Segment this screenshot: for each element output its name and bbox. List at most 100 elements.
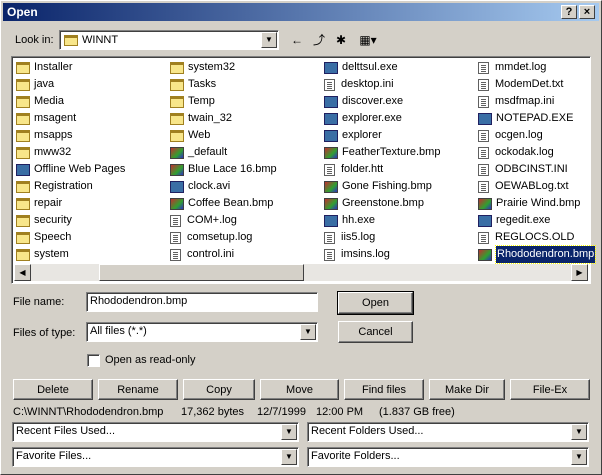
recent-files-select[interactable]: Recent Files Used... ▼ — [12, 422, 299, 442]
list-item[interactable]: Coffee Bean.bmp — [170, 195, 277, 212]
list-item[interactable]: java — [16, 76, 125, 93]
list-item[interactable]: delttsul.exe — [324, 59, 440, 76]
list-item[interactable]: system — [16, 246, 125, 263]
list-item[interactable]: Temp — [170, 93, 277, 110]
up-folder-icon[interactable]: ⤴ — [309, 32, 329, 48]
item-label: Speech — [34, 231, 72, 243]
chevron-down-icon[interactable]: ▼ — [281, 449, 297, 465]
chevron-down-icon[interactable]: ▼ — [261, 32, 277, 48]
favorite-folders-select[interactable]: Favorite Folders... ▼ — [307, 447, 589, 467]
status-date: 12/7/1999 — [257, 406, 306, 418]
list-item[interactable]: twain_32 — [170, 110, 277, 127]
list-item[interactable]: security — [16, 212, 125, 229]
view-menu-icon[interactable]: ▦▾ — [355, 32, 381, 48]
scroll-right-icon[interactable]: ▶ — [571, 264, 588, 281]
list-item[interactable]: regedit.exe — [478, 212, 595, 229]
item-label: java — [34, 78, 55, 90]
list-item[interactable]: Blue Lace 16.bmp — [170, 161, 277, 178]
item-label: Greenstone.bmp — [342, 197, 424, 209]
copy-button[interactable]: Copy — [183, 379, 255, 400]
list-item[interactable]: Installer — [16, 59, 125, 76]
favorite-files-select[interactable]: Favorite Files... ▼ — [12, 447, 299, 467]
list-item[interactable]: OEWABLog.txt — [478, 178, 595, 195]
chevron-down-icon[interactable]: ▼ — [571, 449, 587, 465]
list-item[interactable]: system32 — [170, 59, 277, 76]
list-item[interactable]: FeatherTexture.bmp — [324, 144, 440, 161]
make-dir-button[interactable]: Make Dir — [429, 379, 505, 400]
chevron-down-icon[interactable]: ▼ — [300, 324, 316, 340]
scroll-left-icon[interactable]: ◀ — [14, 264, 31, 281]
list-item[interactable]: msagent — [16, 110, 125, 127]
file-ex-button[interactable]: File-Ex — [510, 379, 590, 400]
list-item[interactable]: _default — [170, 144, 277, 161]
item-label: Registration — [34, 180, 93, 192]
status-free: (1.837 GB free) — [379, 406, 455, 418]
list-item[interactable]: clock.avi — [170, 178, 277, 195]
list-item[interactable]: imsins.log — [324, 246, 440, 263]
item-label: mmdet.log — [495, 61, 547, 73]
horizontal-scrollbar[interactable]: ◀ ▶ — [14, 264, 588, 281]
list-item[interactable]: mww32 — [16, 144, 125, 161]
list-item[interactable]: hh.exe — [324, 212, 440, 229]
delete-button[interactable]: Delete — [13, 379, 93, 400]
list-item[interactable]: Offline Web Pages — [16, 161, 125, 178]
list-item[interactable]: ockodak.log — [478, 144, 595, 161]
exe-icon — [324, 61, 338, 74]
back-icon[interactable]: ← — [287, 32, 307, 48]
filetype-select[interactable]: All files (*.*) ▼ — [86, 322, 318, 342]
list-item[interactable]: Prairie Wind.bmp — [478, 195, 595, 212]
list-item[interactable]: control.ini — [170, 246, 277, 263]
list-item[interactable]: repair — [16, 195, 125, 212]
list-item[interactable]: Rhododendron.bmp — [478, 245, 597, 264]
list-item[interactable]: Registration — [16, 178, 125, 195]
look-in-combo[interactable]: WINNT ▼ — [59, 30, 279, 50]
list-item[interactable]: msdfmap.ini — [478, 93, 595, 110]
list-item[interactable]: COM+.log — [170, 212, 277, 229]
list-item[interactable]: ModemDet.txt — [478, 76, 595, 93]
find-files-button[interactable]: Find files — [344, 379, 424, 400]
list-item[interactable]: Greenstone.bmp — [324, 195, 440, 212]
list-item[interactable]: explorer — [324, 127, 440, 144]
chevron-down-icon[interactable]: ▼ — [571, 424, 587, 440]
cancel-button[interactable]: Cancel — [338, 321, 413, 343]
close-button[interactable]: × — [579, 5, 595, 19]
list-item[interactable]: msapps — [16, 127, 125, 144]
item-label: security — [34, 214, 72, 226]
list-item[interactable]: Gone Fishing.bmp — [324, 178, 440, 195]
filename-input[interactable]: Rhododendron.bmp — [86, 292, 318, 312]
list-item[interactable]: desktop.ini — [324, 76, 440, 93]
move-button[interactable]: Move — [260, 379, 339, 400]
list-item[interactable]: iis5.log — [324, 229, 440, 246]
list-item[interactable]: ocgen.log — [478, 127, 595, 144]
scroll-thumb[interactable] — [99, 264, 304, 281]
list-item[interactable]: folder.htt — [324, 161, 440, 178]
list-item[interactable]: Speech — [16, 229, 125, 246]
folder-icon — [16, 129, 30, 142]
list-item[interactable]: discover.exe — [324, 93, 440, 110]
help-button[interactable]: ? — [561, 5, 577, 19]
list-item[interactable]: REGLOCS.OLD — [478, 229, 595, 246]
list-item[interactable]: Media — [16, 93, 125, 110]
rename-button[interactable]: Rename — [98, 379, 178, 400]
item-label: Offline Web Pages — [34, 163, 126, 175]
open-button[interactable]: Open — [337, 291, 414, 315]
list-item[interactable]: Tasks — [170, 76, 277, 93]
title-bar[interactable]: Open ? × — [3, 3, 599, 21]
exe-icon — [16, 163, 30, 176]
new-folder-icon[interactable]: ✱ — [331, 32, 351, 48]
file-list[interactable]: Installer java Media msagent msapps mww32 Offl… — [11, 56, 597, 284]
list-item[interactable]: NOTEPAD.EXE — [478, 110, 595, 127]
folder-icon — [16, 248, 30, 261]
file-column: delttsul.exe desktop.ini discover.exe explo… — [324, 59, 440, 263]
item-label: ModemDet.txt — [495, 78, 564, 90]
img-icon — [170, 163, 184, 176]
list-item[interactable]: comsetup.log — [170, 229, 277, 246]
list-item[interactable]: ODBCINST.INI — [478, 161, 595, 178]
recent-folders-select[interactable]: Recent Folders Used... ▼ — [307, 422, 589, 442]
file-icon — [324, 78, 335, 91]
list-item[interactable]: Web — [170, 127, 277, 144]
read-only-checkbox[interactable] — [87, 354, 100, 367]
list-item[interactable]: mmdet.log — [478, 59, 595, 76]
list-item[interactable]: explorer.exe — [324, 110, 440, 127]
chevron-down-icon[interactable]: ▼ — [281, 424, 297, 440]
